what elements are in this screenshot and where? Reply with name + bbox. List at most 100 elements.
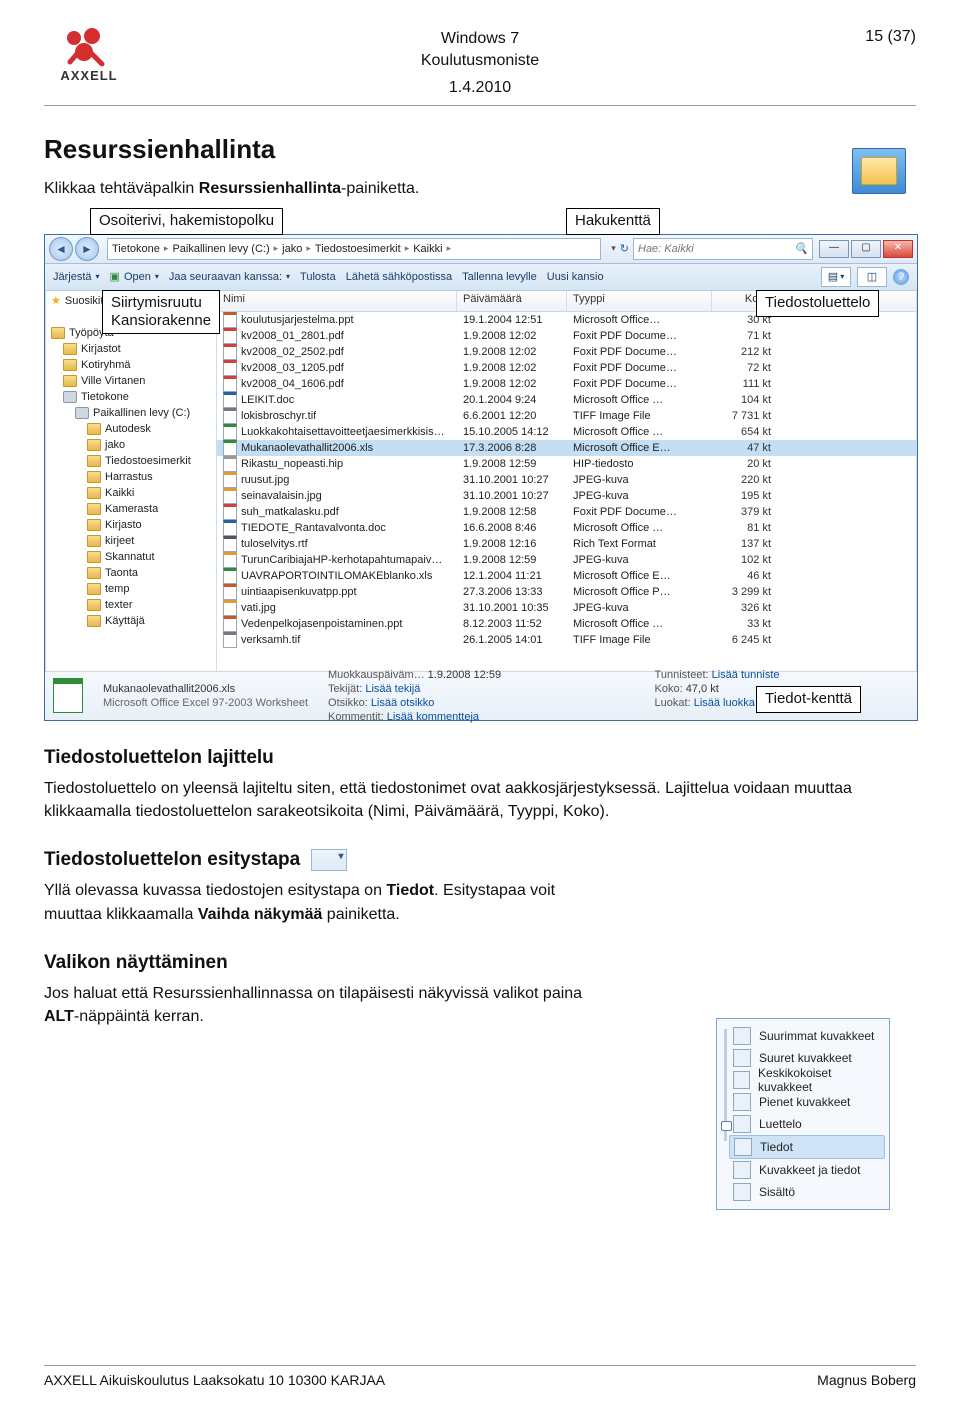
- file-row[interactable]: Rikastu_nopeasti.hip1.9.2008 12:59HIP-ti…: [217, 456, 917, 472]
- col-type[interactable]: Tyyppi: [567, 291, 712, 311]
- maximize-button[interactable]: ▢: [851, 240, 881, 258]
- file-icon: [223, 328, 237, 344]
- tree-item[interactable]: Taonta: [51, 565, 216, 581]
- folder-icon: [63, 343, 77, 355]
- file-row[interactable]: tuloselvitys.rtf1.9.2008 12:16Rich Text …: [217, 536, 917, 552]
- tree-item[interactable]: Kamerasta: [51, 501, 216, 517]
- file-row[interactable]: lokisbroschyr.tif6.6.2001 12:20TIFF Imag…: [217, 408, 917, 424]
- nav-forward-button[interactable]: ►: [75, 237, 99, 261]
- change-view-inline-icon: [311, 849, 347, 871]
- view-option[interactable]: Suurimmat kuvakkeet: [729, 1025, 885, 1047]
- file-row[interactable]: seinavalaisin.jpg31.10.2001 10:27JPEG-ku…: [217, 488, 917, 504]
- close-button[interactable]: ✕: [883, 240, 913, 258]
- section-sort-body: Tiedostoluettelo on yleensä lajiteltu si…: [44, 777, 916, 823]
- view-option-icon: [733, 1115, 751, 1133]
- tree-item[interactable]: Kaikki: [51, 485, 216, 501]
- minimize-button[interactable]: —: [819, 240, 849, 258]
- explorer-taskbar-icon: [852, 148, 906, 194]
- file-icon: [223, 408, 237, 424]
- breadcrumb-segment[interactable]: Tietokone: [112, 243, 160, 255]
- view-option[interactable]: Kuvakkeet ja tiedot: [729, 1159, 885, 1181]
- col-date[interactable]: Päivämäärä: [457, 291, 567, 311]
- col-name[interactable]: Nimi: [217, 291, 457, 311]
- views-list[interactable]: Suurimmat kuvakkeetSuuret kuvakkeetKeski…: [729, 1025, 885, 1203]
- file-row[interactable]: kv2008_03_1205.pdf1.9.2008 12:02Foxit PD…: [217, 360, 917, 376]
- section-sort-title: Tiedostoluettelon lajittelu: [44, 747, 916, 769]
- window-buttons: — ▢ ✕: [819, 240, 913, 258]
- tree-item[interactable]: Kotiryhmä: [51, 357, 216, 373]
- file-icon: [223, 584, 237, 600]
- view-option[interactable]: Sisältö: [729, 1181, 885, 1203]
- tree-item[interactable]: Ville Virtanen: [51, 373, 216, 389]
- search-input[interactable]: Hae: Kaikki 🔍: [633, 238, 813, 260]
- tree-item[interactable]: Tiedostoesimerkit: [51, 453, 216, 469]
- toolbar-save[interactable]: Tallenna levylle: [462, 271, 537, 283]
- folder-icon: [87, 439, 101, 451]
- toolbar-print[interactable]: Tulosta: [300, 271, 336, 283]
- file-row[interactable]: kv2008_01_2801.pdf1.9.2008 12:02Foxit PD…: [217, 328, 917, 344]
- file-row[interactable]: vati.jpg31.10.2001 10:35JPEG-kuva326 kt: [217, 600, 917, 616]
- file-icon: [223, 456, 237, 472]
- breadcrumb-segment[interactable]: jako: [282, 243, 302, 255]
- views-slider[interactable]: [721, 1025, 729, 1203]
- footer-left: AXXELL Aikuiskoulutus Laaksokatu 10 1030…: [44, 1372, 385, 1388]
- tree-item[interactable]: Skannatut: [51, 549, 216, 565]
- nav-back-button[interactable]: ◄: [49, 237, 73, 261]
- toolbar-organize[interactable]: Järjestä▾: [53, 271, 100, 283]
- tree-item[interactable]: temp: [51, 581, 216, 597]
- disk-icon: [75, 407, 89, 419]
- file-row[interactable]: suh_matkalasku.pdf1.9.2008 12:58Foxit PD…: [217, 504, 917, 520]
- tree-item[interactable]: Käyttäjä: [51, 613, 216, 629]
- toolbar-open[interactable]: ▣Open▾: [110, 270, 159, 283]
- tree-item[interactable]: Kirjastot: [51, 341, 216, 357]
- file-row[interactable]: Mukanaolevathallit2006.xls17.3.2006 8:28…: [217, 440, 917, 456]
- tree-item[interactable]: texter: [51, 597, 216, 613]
- preview-pane-button[interactable]: ◫: [857, 267, 887, 287]
- view-option[interactable]: Tiedot: [729, 1135, 885, 1159]
- address-bar[interactable]: Tietokone▸Paikallinen levy (C:)▸jako▸Tie…: [107, 238, 601, 260]
- page-footer: AXXELL Aikuiskoulutus Laaksokatu 10 1030…: [44, 1365, 916, 1388]
- folder-icon: [51, 327, 65, 339]
- tree-item[interactable]: kirjeet: [51, 533, 216, 549]
- folder-icon: [87, 519, 101, 531]
- breadcrumb-segment[interactable]: Tiedostoesimerkit: [315, 243, 401, 255]
- folder-icon: [861, 157, 897, 185]
- intro-paragraph: Klikkaa tehtäväpalkin Resurssienhallinta…: [44, 177, 916, 200]
- file-row[interactable]: Luokkakohtaisettavoitteetjaesimerkkisis……: [217, 424, 917, 440]
- file-row[interactable]: kv2008_02_2502.pdf1.9.2008 12:02Foxit PD…: [217, 344, 917, 360]
- callout-address-bar: Osoiterivi, hakemistopolku: [90, 208, 283, 235]
- tree-item[interactable]: Kirjasto: [51, 517, 216, 533]
- breadcrumb-segment[interactable]: Paikallinen levy (C:): [172, 243, 269, 255]
- file-row[interactable]: UAVRAPORTOINTILOMAKEblanko.xls12.1.2004 …: [217, 568, 917, 584]
- file-row[interactable]: verksamh.tif26.1.2005 14:01TIFF Image Fi…: [217, 632, 917, 648]
- tree-item[interactable]: Paikallinen levy (C:): [51, 405, 216, 421]
- view-option[interactable]: Keskikokoiset kuvakkeet: [729, 1069, 885, 1091]
- file-row[interactable]: kv2008_04_1606.pdf1.9.2008 12:02Foxit PD…: [217, 376, 917, 392]
- callout-details-pane: Tiedot-kenttä: [756, 686, 861, 713]
- folder-icon: [87, 583, 101, 595]
- tree-item[interactable]: jako: [51, 437, 216, 453]
- toolbar-share[interactable]: Jaa seuraavan kanssa:▾: [169, 271, 290, 283]
- folder-icon: [63, 375, 77, 387]
- change-view-button[interactable]: ▤▾: [821, 267, 851, 287]
- view-option[interactable]: Pienet kuvakkeet: [729, 1091, 885, 1113]
- navigation-pane[interactable]: ★Suosikit TyöpöytäKirjastotKotiryhmäVill…: [45, 291, 217, 671]
- view-option[interactable]: Luettelo: [729, 1113, 885, 1135]
- tree-item[interactable]: Tietokone: [51, 389, 216, 405]
- file-row[interactable]: TIEDOTE_Rantavalvonta.doc16.6.2008 8:46M…: [217, 520, 917, 536]
- help-icon[interactable]: ?: [893, 269, 909, 285]
- star-icon: ★: [51, 294, 61, 307]
- file-rows[interactable]: koulutusjarjestelma.ppt19.1.2004 12:51Mi…: [217, 312, 917, 671]
- file-row[interactable]: TurunCaribiajaHP-kerhotapahtumapaiv…1.9.…: [217, 552, 917, 568]
- file-row[interactable]: ruusut.jpg31.10.2001 10:27JPEG-kuva220 k…: [217, 472, 917, 488]
- toolbar-newfolder[interactable]: Uusi kansio: [547, 271, 604, 283]
- explorer-toolbar: Järjestä▾ ▣Open▾ Jaa seuraavan kanssa:▾ …: [45, 264, 917, 291]
- file-row[interactable]: uintiaapisenkuvatpp.ppt27.3.2006 13:33Mi…: [217, 584, 917, 600]
- tree-item[interactable]: Harrastus: [51, 469, 216, 485]
- file-row[interactable]: Vedenpelkojasenpoistaminen.ppt8.12.2003 …: [217, 616, 917, 632]
- file-row[interactable]: LEIKIT.doc20.1.2004 9:24Microsoft Office…: [217, 392, 917, 408]
- toolbar-email[interactable]: Lähetä sähköpostissa: [346, 271, 452, 283]
- file-icon: [223, 392, 237, 408]
- tree-item[interactable]: Autodesk: [51, 421, 216, 437]
- breadcrumb-segment[interactable]: Kaikki: [413, 243, 442, 255]
